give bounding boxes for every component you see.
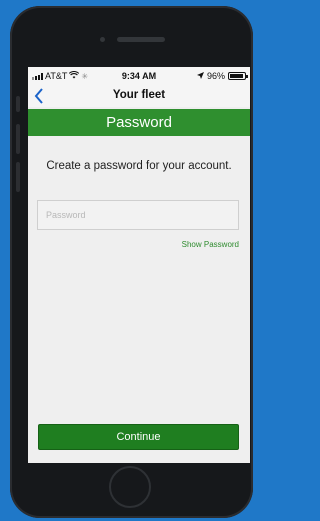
navigation-bar: Your fleet <box>28 85 250 107</box>
status-right: 96% <box>196 71 248 81</box>
continue-button[interactable]: Continue <box>38 424 239 450</box>
show-password-link[interactable]: Show Password <box>182 240 239 249</box>
page-header: Password <box>28 109 250 136</box>
battery-percent: 96% <box>206 71 225 81</box>
home-button[interactable] <box>109 466 151 508</box>
status-bar: AT&T ✳ 9:34 AM 96% <box>28 67 250 85</box>
create-password-prompt: Create a password for your account. <box>46 160 232 172</box>
volume-up-button <box>16 124 20 154</box>
mute-switch <box>16 96 20 112</box>
nav-title: Your fleet <box>112 89 166 101</box>
location-icon <box>196 71 204 81</box>
front-camera <box>100 37 105 42</box>
earpiece-speaker <box>117 37 165 42</box>
battery-icon <box>228 72 248 80</box>
app-screen: AT&T ✳ 9:34 AM 96% Your fleet Password C… <box>28 67 250 463</box>
password-input[interactable] <box>37 200 239 230</box>
volume-down-button <box>16 162 20 192</box>
